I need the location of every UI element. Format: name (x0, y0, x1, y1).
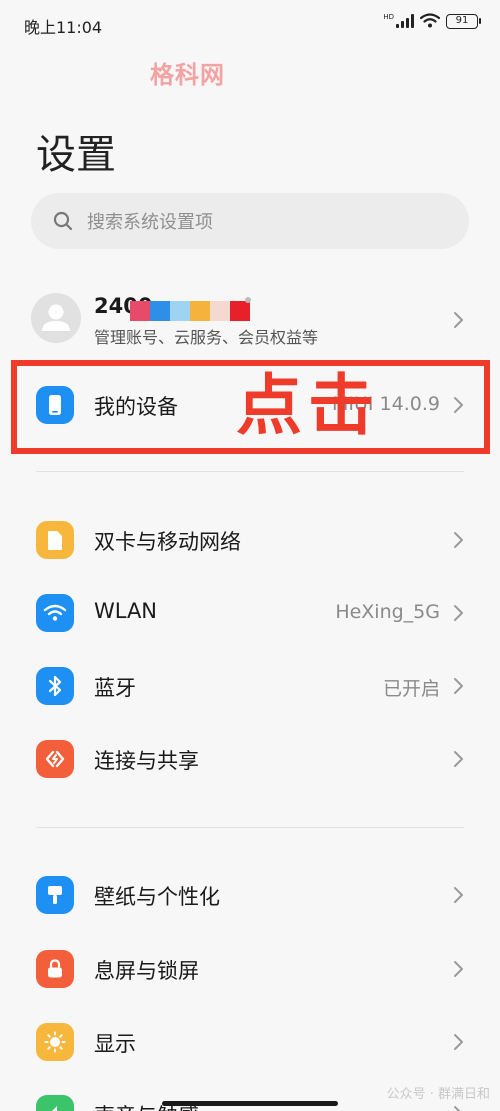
divider (36, 471, 464, 472)
chevron-right-icon (454, 605, 463, 621)
account-subtitle: 管理账号、云服务、会员权益等 (94, 328, 319, 347)
status-dot (245, 297, 251, 303)
lock-icon (36, 950, 74, 988)
user-icon (42, 304, 70, 331)
divider (36, 827, 464, 828)
watermark-text: 公众号 · 群满日和 (386, 1087, 490, 1102)
chevron-right-icon (454, 887, 463, 903)
status-bar: 晚上11:04 HD 91 (0, 0, 500, 48)
wallpaper-label: 壁纸与个性化 (94, 885, 220, 909)
dual-sim-label: 双卡与移动网络 (94, 530, 241, 554)
chevron-right-icon (454, 751, 463, 767)
wlan-row[interactable]: WLAN HeXing_5G (0, 576, 500, 649)
search-placeholder: 搜索系统设置项 (87, 212, 213, 233)
watermark-logo: 格科网 (150, 61, 225, 89)
chevron-right-icon (454, 961, 463, 977)
home-indicator[interactable] (162, 1101, 338, 1106)
sim-card-icon (36, 521, 74, 559)
lockscreen-label: 息屏与锁屏 (94, 959, 199, 983)
chevron-right-icon (454, 1106, 461, 1111)
privacy-mask (130, 301, 250, 321)
wifi-status-icon (420, 13, 440, 28)
sun-icon (36, 1023, 74, 1061)
chevron-right-icon (454, 678, 463, 694)
share-icon (36, 740, 74, 778)
wlan-value: HeXing_5G (335, 601, 440, 623)
connection-sharing-row[interactable]: 连接与共享 (0, 722, 500, 795)
lockscreen-row[interactable]: 息屏与锁屏 (0, 932, 500, 1005)
bluetooth-icon (36, 667, 74, 705)
page-title: 设置 (36, 132, 116, 178)
annotation-text: 点击 (236, 367, 380, 444)
display-row[interactable]: 显示 (0, 1005, 500, 1078)
brush-icon (36, 876, 74, 914)
avatar (31, 293, 81, 343)
status-time: 晚上11:04 (24, 18, 103, 37)
bluetooth-label: 蓝牙 (94, 676, 136, 700)
search-icon (53, 211, 73, 231)
wifi-icon (36, 594, 74, 632)
hd-indicator: HD (383, 13, 394, 21)
chevron-right-icon (454, 532, 463, 548)
search-input[interactable]: 搜索系统设置项 (31, 193, 469, 249)
battery-icon: 91 (446, 13, 481, 29)
chevron-right-icon (454, 312, 463, 328)
chevron-right-icon (454, 1034, 463, 1050)
bluetooth-value: 已开启 (382, 678, 440, 700)
connection-sharing-label: 连接与共享 (94, 749, 199, 773)
cellular-signal-icon (396, 14, 414, 28)
bluetooth-row[interactable]: 蓝牙 已开启 (0, 649, 500, 722)
status-icons: HD 91 (383, 13, 481, 29)
dual-sim-row[interactable]: 双卡与移动网络 (0, 503, 500, 576)
wlan-label: WLAN (94, 599, 158, 623)
display-label: 显示 (94, 1032, 136, 1056)
account-row[interactable]: 2400 管理账号、云服务、会员权益等 (0, 283, 500, 357)
wallpaper-row[interactable]: 壁纸与个性化 (0, 858, 500, 931)
speaker-icon (36, 1095, 74, 1111)
